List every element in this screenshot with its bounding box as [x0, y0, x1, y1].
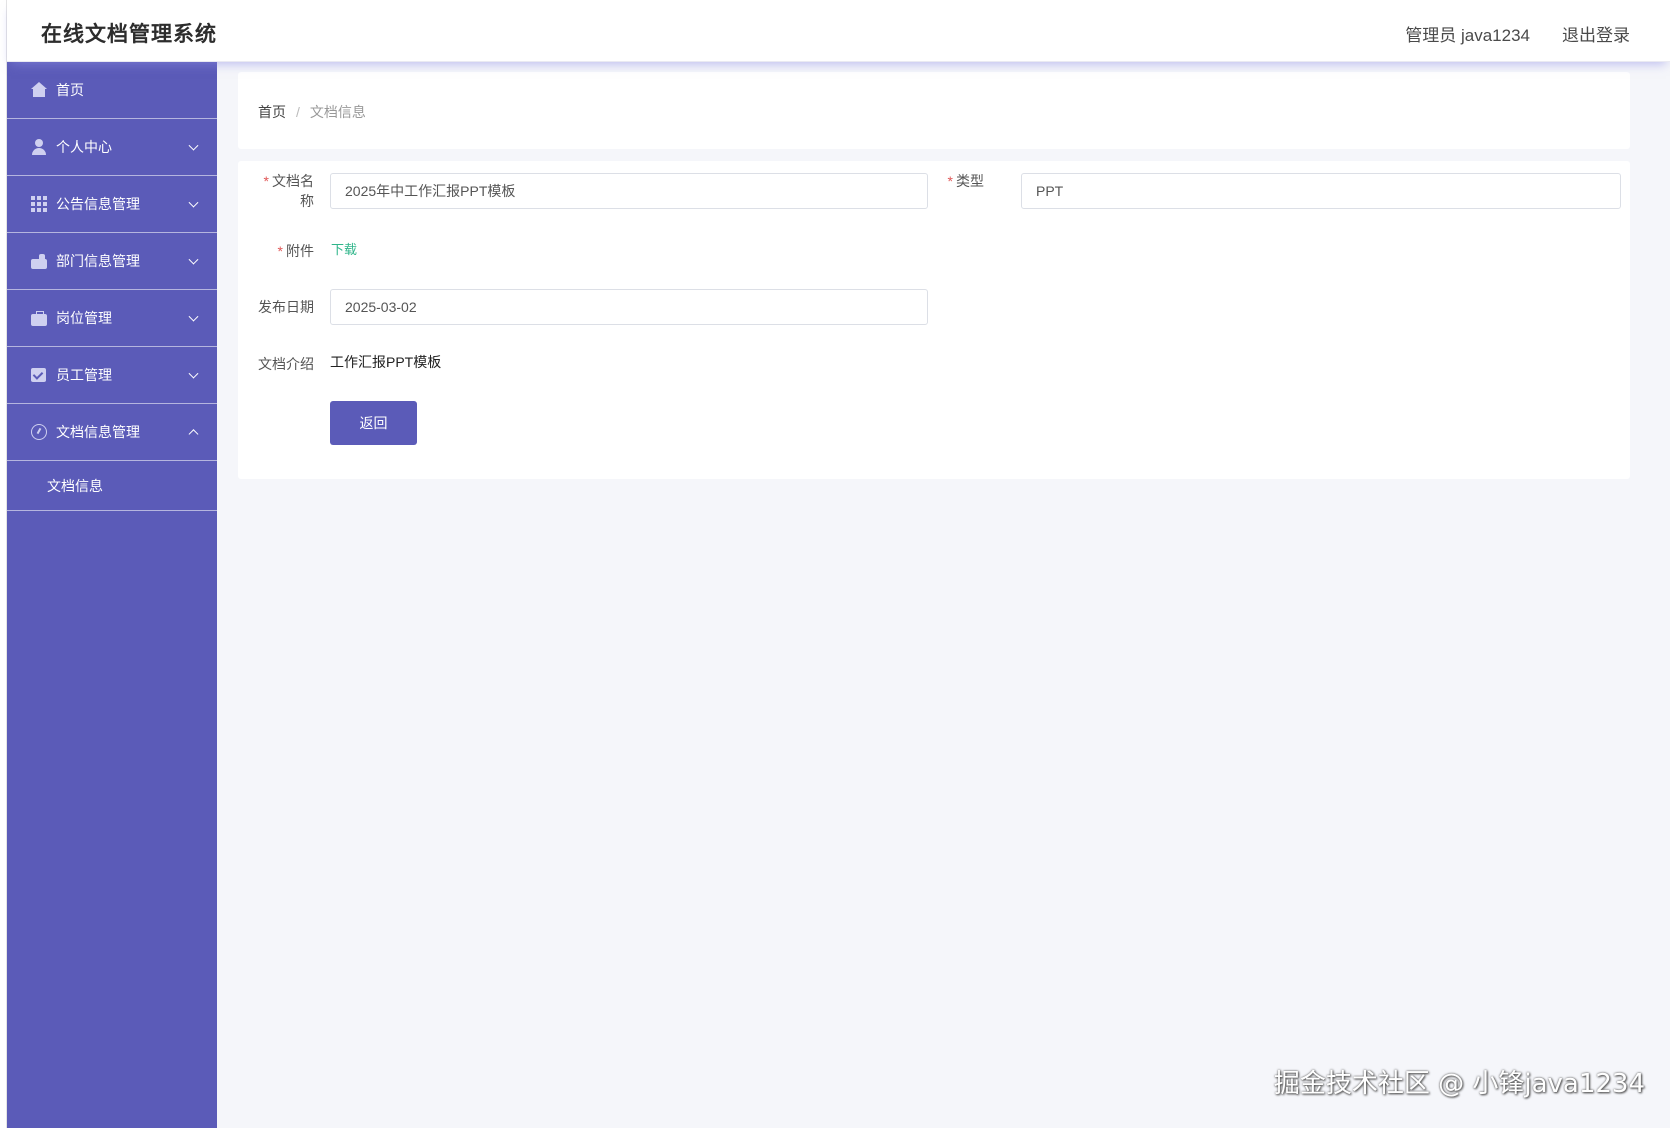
- back-button[interactable]: 返回: [330, 401, 417, 445]
- intro-value: 工作汇报PPT模板: [330, 354, 442, 370]
- sidebar-item-label: 岗位管理: [56, 310, 112, 326]
- breadcrumb-home[interactable]: 首页: [258, 104, 286, 120]
- sidebar-item-home[interactable]: 首页: [7, 62, 217, 119]
- required-mark: *: [263, 173, 269, 189]
- watermark: 掘金技术社区 @ 小锋java1234: [1273, 1069, 1645, 1099]
- intro-label: 文档介绍: [258, 356, 314, 372]
- top-header: 在线文档管理系统 管理员 java1234 退出登录: [7, 0, 1670, 62]
- chevron-down-icon: [188, 140, 199, 151]
- sidebar-item-label: 公告信息管理: [56, 196, 140, 212]
- gauge-icon: [31, 424, 47, 440]
- sidebar-item-employee-management[interactable]: 员工管理: [7, 347, 217, 404]
- attachment-label: * 附件: [250, 241, 314, 261]
- sidebar-item-label: 员工管理: [56, 367, 112, 383]
- document-detail-form: *文档名称 *类型 *附件 下载 发布日期 文档介绍 工作汇报PPT模板 返回: [238, 161, 1630, 479]
- chevron-down-icon: [188, 368, 199, 379]
- download-link[interactable]: 下载: [331, 239, 357, 258]
- current-user: 管理员 java1234: [1405, 26, 1530, 45]
- window-edge: [0, 0, 7, 1128]
- breadcrumb-card: 首页 / 文档信息: [238, 72, 1630, 149]
- chevron-down-icon: [188, 254, 199, 265]
- sidebar-item-label: 个人中心: [56, 139, 112, 155]
- publish-date-field[interactable]: [330, 289, 928, 325]
- type-field[interactable]: [1021, 173, 1621, 209]
- doc-name-field[interactable]: [330, 173, 928, 209]
- chevron-down-icon: [188, 311, 199, 322]
- chevron-up-icon: [188, 429, 199, 440]
- user-icon: [31, 139, 47, 155]
- thumb-icon: [31, 253, 47, 269]
- page: 在线文档管理系统 管理员 java1234 退出登录 首页 个人中心 公告信息管…: [0, 0, 1670, 1128]
- date-label: 发布日期: [258, 299, 314, 315]
- chevron-down-icon: [188, 197, 199, 208]
- grid-icon: [31, 196, 47, 212]
- attachment-label-text: 附件: [286, 243, 314, 259]
- sidebar-item-label: 首页: [56, 82, 84, 98]
- breadcrumb-separator: /: [296, 104, 300, 120]
- app-title: 在线文档管理系统: [41, 23, 217, 46]
- sidebar-item-department-management[interactable]: 部门信息管理: [7, 233, 217, 290]
- sidebar: 首页 个人中心 公告信息管理 部门信息管理 岗位管理 员工管理 文档信息管理 文…: [7, 62, 217, 1128]
- sidebar-item-personal-center[interactable]: 个人中心: [7, 119, 217, 176]
- checkbox-icon: [31, 367, 47, 383]
- doc-name-label-text: 文档名称: [272, 173, 314, 209]
- sidebar-item-document-management[interactable]: 文档信息管理: [7, 404, 217, 461]
- required-mark: *: [277, 243, 283, 259]
- home-icon: [31, 82, 47, 98]
- breadcrumb-current: 文档信息: [309, 104, 366, 120]
- required-mark: *: [947, 173, 953, 189]
- breadcrumb: 首页 / 文档信息: [258, 102, 366, 122]
- sidebar-item-label: 文档信息管理: [56, 424, 140, 440]
- type-label: * 类型: [928, 171, 984, 191]
- sidebar-item-label: 部门信息管理: [56, 253, 140, 269]
- sidebar-item-position-management[interactable]: 岗位管理: [7, 290, 217, 347]
- sidebar-subitem-document-info[interactable]: 文档信息: [7, 461, 217, 511]
- sidebar-item-notice-management[interactable]: 公告信息管理: [7, 176, 217, 233]
- doc-name-label: * 文档名称: [250, 171, 314, 211]
- type-label-text: 类型: [956, 173, 984, 189]
- logout-link[interactable]: 退出登录: [1562, 21, 1630, 46]
- briefcase-icon: [31, 310, 47, 326]
